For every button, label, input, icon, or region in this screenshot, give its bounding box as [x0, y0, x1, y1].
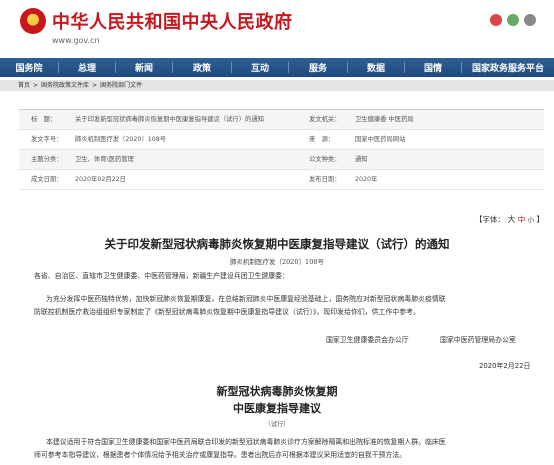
- publish-date-value: 2020年: [355, 176, 378, 183]
- guide-title-line1: 新型冠状病毒肺炎恢复期: [216, 385, 338, 398]
- national-emblem-icon[interactable]: ★: [20, 8, 46, 34]
- font-size-large[interactable]: 大: [507, 215, 515, 224]
- nav-item-state-council[interactable]: 国务院: [0, 61, 58, 74]
- source-label: 来 源：: [309, 136, 335, 143]
- document-info-table: 标 题： 关于印发新型冠状病毒肺炎恢复期中医康复指导建议（试行）的通知 发文机关…: [19, 109, 544, 190]
- info-row: 标 题： 关于印发新型冠状病毒肺炎恢复期中医康复指导建议（试行）的通知 发文机关…: [19, 110, 544, 130]
- info-row: 成文日期： 2020年02月22日 发布日期： 2020年: [19, 170, 544, 190]
- paragraph-line: 本建议适用于符合国家卫生健康委和国家中医药局联合印发的新型冠状病毒肺炎诊疗方案解…: [46, 438, 446, 446]
- doc-type-label: 公文种类：: [309, 156, 341, 163]
- breadcrumb-home[interactable]: 首页: [18, 82, 30, 89]
- wechat-icon[interactable]: [507, 14, 519, 26]
- title-value: 关于印发新型冠状病毒肺炎恢复期中医康复指导建议（试行）的通知: [75, 116, 264, 123]
- written-date-value: 2020年02月22日: [75, 176, 126, 183]
- main-nav: 国务院 总理 新闻 政策 互动 服务 数据 国情 国家政务服务平台: [0, 58, 554, 77]
- site-url: www.gov.cn: [52, 36, 100, 45]
- font-size-label: 【字体：: [474, 215, 505, 224]
- written-date-label: 成文日期：: [31, 176, 63, 183]
- document-number: 肺炎机制医疗发〔2020〕108号: [230, 258, 324, 266]
- paragraph-line: 师可参考本指导建议，根据患者个体情况给予相关治疗或康复指导。患者出院后亦可根据本…: [34, 451, 407, 459]
- breadcrumb: 首页 > 国务院政策文件库 > 国务院部门文件: [0, 80, 554, 91]
- signer-nhc: 国家卫生健康委员会办公厅: [326, 336, 409, 344]
- issuer-label: 发文机关：: [309, 116, 341, 123]
- font-size-control: 【字体： 大 中 小 】: [475, 214, 544, 225]
- nav-item-service[interactable]: 服务: [289, 61, 347, 74]
- source-value: 国家中医药局网站: [355, 136, 406, 143]
- sign-date: 2020年2月22日: [479, 362, 531, 370]
- title-label: 标 题：: [31, 116, 57, 123]
- site-title[interactable]: 中华人民共和国中央人民政府: [52, 8, 293, 34]
- font-size-medium[interactable]: 中: [518, 215, 526, 224]
- guide-title-line2: 中医康复指导建议: [233, 402, 321, 415]
- info-row: 主题分类： 卫生、体育\医药管理 公文种类： 通知: [19, 150, 544, 170]
- paragraph-line: 防联控机制医疗救治组组织专家制定了《新型冠状病毒肺炎恢复期中医康复指导建议（试行…: [34, 308, 420, 316]
- nav-item-news[interactable]: 新闻: [116, 61, 172, 74]
- nav-item-service-platform[interactable]: 国家政务服务平台: [462, 61, 554, 74]
- doc-number-value: 肺炎机制医疗发〔2020〕108号: [75, 136, 167, 143]
- breadcrumb-department-docs[interactable]: 国务院部门文件: [100, 82, 142, 89]
- salutation: 各省、自治区、直辖市卫生健康委、中医药管理局，新疆生产建设兵团卫生健康委：: [34, 272, 289, 280]
- signer-tcm: 国家中医药管理局办公室: [440, 336, 516, 344]
- document-title: 关于印发新型冠状病毒肺炎恢复期中医康复指导建议（试行）的通知: [104, 237, 450, 251]
- info-row: 发文字号： 肺炎机制医疗发〔2020〕108号 来 源： 国家中医药局网站: [19, 130, 544, 150]
- nav-item-policy[interactable]: 政策: [173, 61, 231, 74]
- nav-item-premier[interactable]: 总理: [59, 61, 115, 74]
- nav-item-interaction[interactable]: 互动: [232, 61, 288, 74]
- weibo-icon[interactable]: [490, 14, 502, 26]
- font-size-end: 】: [536, 215, 545, 224]
- doc-number-label: 发文字号：: [31, 136, 63, 143]
- nav-item-national-info[interactable]: 国情: [405, 61, 461, 74]
- topic-value: 卫生、体育\医药管理: [75, 156, 134, 163]
- font-size-small[interactable]: 小: [528, 216, 535, 224]
- app-icon[interactable]: [524, 14, 536, 26]
- doc-type-value: 通知: [355, 156, 368, 163]
- site-header: ★ 中华人民共和国中央人民政府 www.gov.cn: [0, 0, 554, 58]
- social-icons: [490, 14, 536, 26]
- publish-date-label: 发布日期：: [309, 176, 341, 183]
- issuer-value: 卫生健康委 中医药局: [355, 116, 414, 123]
- trial-label: （试行）: [264, 421, 290, 428]
- breadcrumb-policy-library[interactable]: 国务院政策文件库: [41, 82, 89, 89]
- paragraph-line: 为充分发挥中医药独特优势，加快新冠肺炎恢复期康复，在总结新冠肺炎中医康复经验基础…: [46, 295, 446, 303]
- nav-item-data[interactable]: 数据: [348, 61, 404, 74]
- topic-label: 主题分类：: [31, 156, 63, 163]
